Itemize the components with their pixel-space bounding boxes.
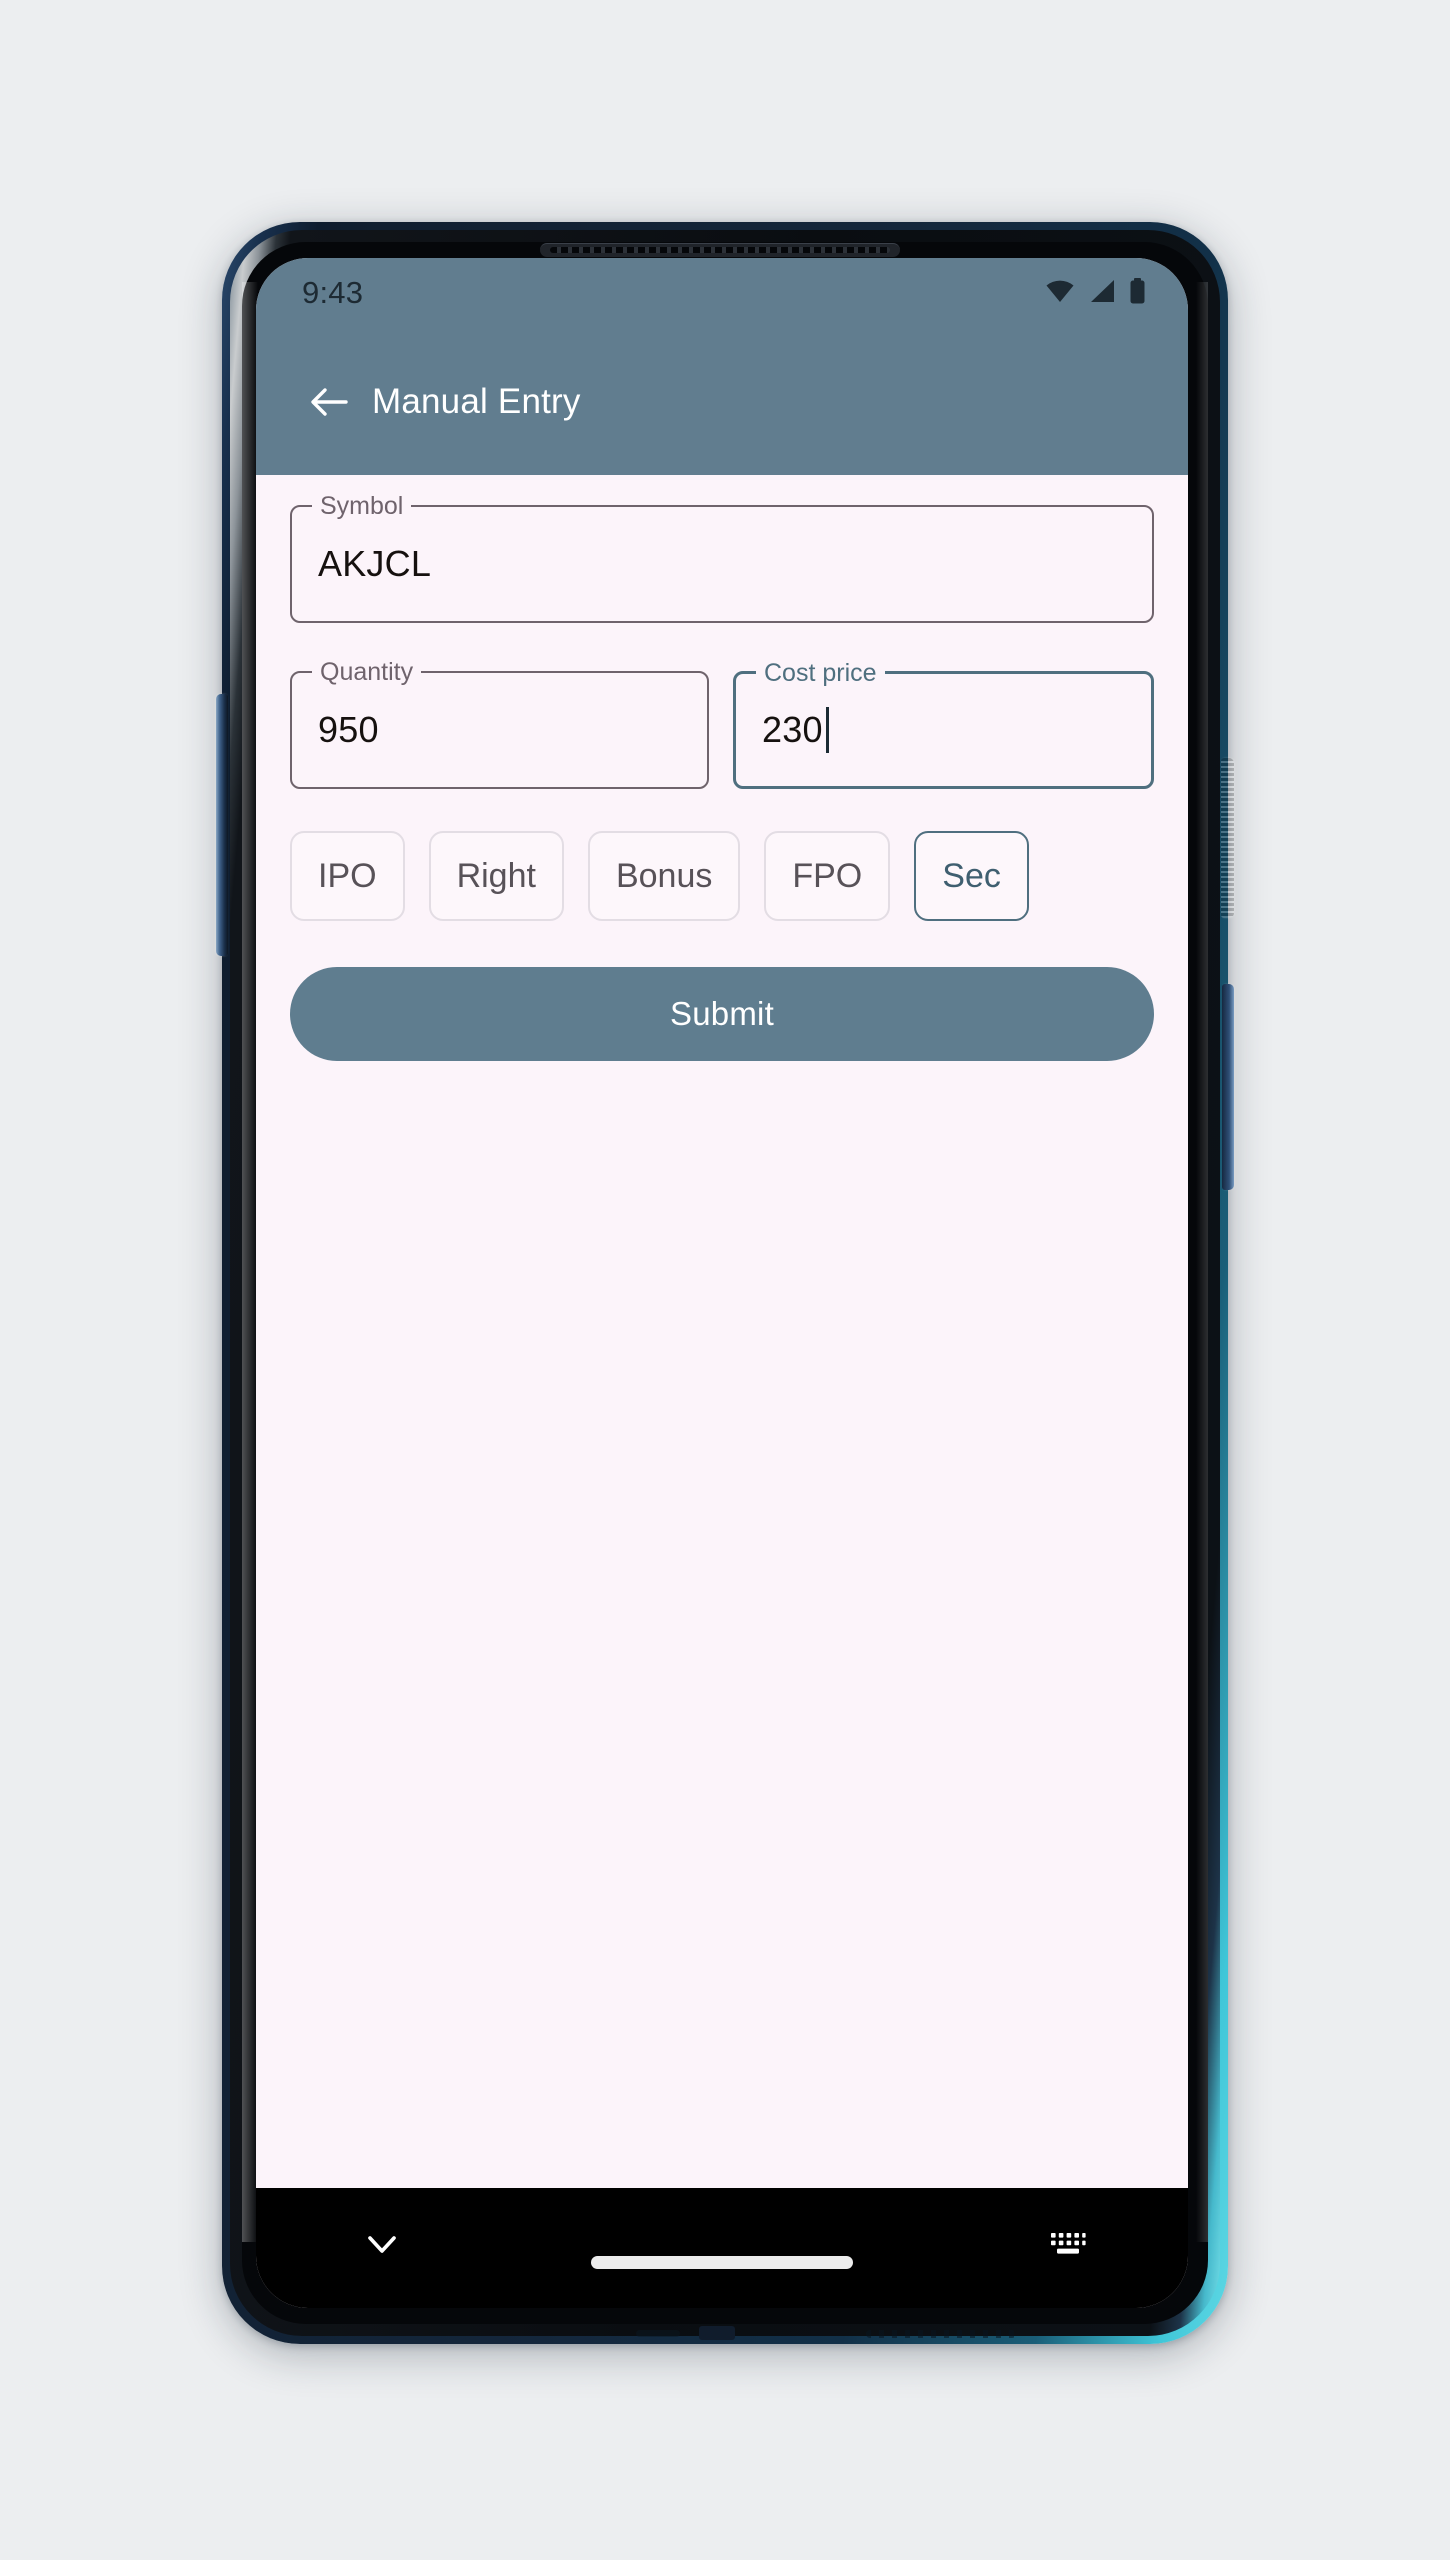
volume-rocker[interactable] bbox=[216, 694, 228, 956]
chip-fpo[interactable]: FPO bbox=[764, 831, 891, 921]
quantity-field-label: Quantity bbox=[312, 658, 422, 686]
earpiece-grille bbox=[550, 247, 890, 253]
quantity-cost-row: Quantity 950 Cost price 230 bbox=[290, 658, 1154, 789]
quantity-field-value: 950 bbox=[318, 709, 379, 750]
battery-icon bbox=[1129, 277, 1146, 309]
status-bar: 9:43 bbox=[256, 258, 1188, 328]
chip-ipo-label: IPO bbox=[318, 856, 377, 895]
chip-bonus[interactable]: Bonus bbox=[587, 831, 741, 921]
app-bar: Manual Entry bbox=[256, 328, 1188, 475]
symbol-field-value: AKJCL bbox=[318, 543, 432, 584]
cost-price-field[interactable]: Cost price 230 bbox=[733, 659, 1154, 789]
wifi-icon bbox=[1045, 279, 1075, 308]
status-bar-clock: 9:43 bbox=[302, 275, 364, 310]
transaction-type-chips: IPO Right Bonus FPO Sec bbox=[290, 831, 1154, 921]
navigation-bar bbox=[256, 2188, 1188, 2308]
symbol-field-label: Symbol bbox=[312, 492, 412, 520]
submit-button[interactable]: Submit bbox=[290, 967, 1154, 1061]
page-title: Manual Entry bbox=[372, 381, 581, 421]
chip-right-label: Right bbox=[456, 856, 536, 895]
earpiece-speaker bbox=[540, 243, 900, 257]
symbol-field[interactable]: Symbol AKJCL bbox=[290, 492, 1154, 623]
symbol-field-row: Symbol AKJCL bbox=[290, 492, 1154, 623]
chevron-down-icon[interactable] bbox=[354, 2222, 410, 2266]
chip-sec[interactable]: Sec bbox=[914, 831, 1029, 921]
manual-entry-form: Symbol AKJCL Quantity 950 Cost price 230… bbox=[256, 475, 1188, 2188]
power-button[interactable] bbox=[1221, 758, 1234, 918]
alert-slider[interactable] bbox=[1222, 984, 1234, 1190]
home-pill[interactable] bbox=[591, 2256, 853, 2269]
chip-ipo[interactable]: IPO bbox=[290, 831, 405, 921]
chip-fpo-label: FPO bbox=[792, 856, 863, 895]
phone-screen: 9:43 Manual Entry Symbol AKJCL Quantity … bbox=[256, 258, 1188, 2308]
usb-c-port bbox=[699, 2326, 735, 2340]
chip-right[interactable]: Right bbox=[428, 831, 564, 921]
chip-sec-label: Sec bbox=[942, 856, 1001, 895]
keyboard-icon[interactable] bbox=[1040, 2222, 1096, 2266]
microphone bbox=[636, 2330, 680, 2337]
cost-price-field-label: Cost price bbox=[756, 659, 885, 687]
speaker-grille bbox=[866, 2330, 1016, 2338]
back-arrow-icon[interactable] bbox=[302, 375, 356, 429]
status-bar-icons bbox=[1045, 277, 1146, 309]
text-caret bbox=[825, 707, 829, 753]
cellular-signal-icon bbox=[1088, 279, 1116, 308]
cost-price-field-value: 230 bbox=[762, 707, 829, 753]
chip-bonus-label: Bonus bbox=[615, 856, 713, 895]
quantity-field[interactable]: Quantity 950 bbox=[290, 658, 709, 789]
